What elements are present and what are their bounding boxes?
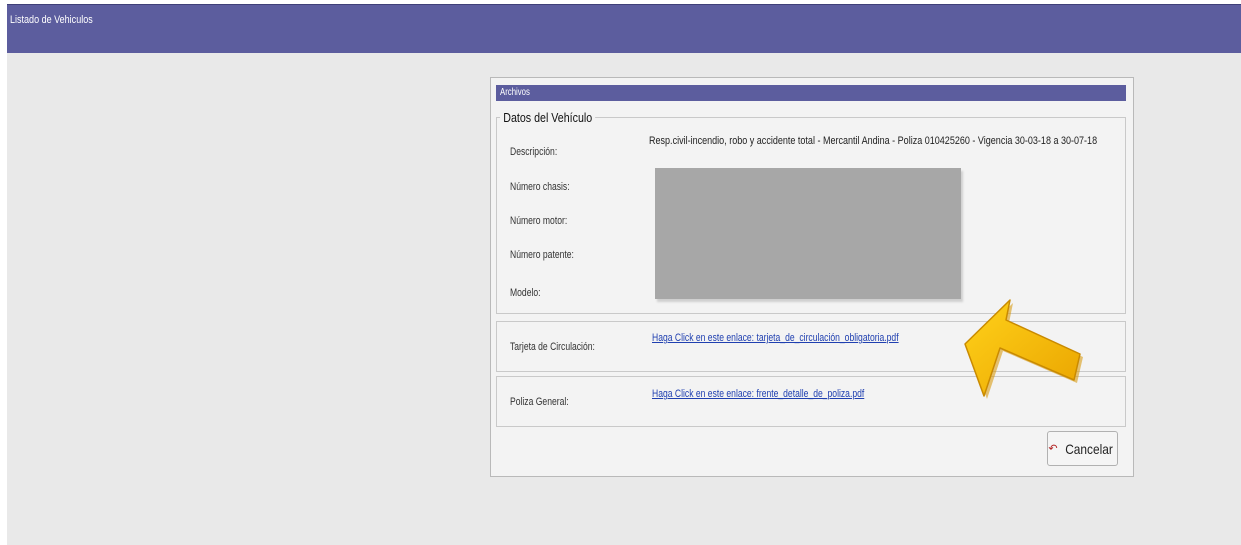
page-title: Listado de Vehiculos [10, 14, 93, 26]
motor-label: Número motor: [510, 215, 568, 227]
cancel-button-label: Cancelar [1064, 440, 1113, 457]
top-header-bar: Listado de Vehiculos [7, 4, 1241, 53]
dialog-title: Archivos [500, 87, 530, 98]
page-background: Listado de Vehiculos Archivos Datos del … [7, 4, 1241, 545]
archivos-dialog: Archivos Datos del Vehículo Descripción:… [490, 77, 1134, 477]
modelo-label: Modelo: [510, 287, 541, 299]
patente-label: Número patente: [510, 249, 574, 261]
poliza-pdf-link[interactable]: Haga Click en este enlace: frente_detall… [652, 388, 864, 400]
poliza-label: Poliza General: [510, 396, 569, 408]
tarjeta-label: Tarjeta de Circulación: [510, 341, 595, 353]
vehicle-data-legend: Datos del Vehículo [500, 110, 596, 125]
undo-icon: ↶ [1048, 443, 1058, 455]
tarjeta-pdf-link[interactable]: Haga Click en este enlace: tarjeta_de_ci… [652, 332, 899, 344]
yellow-pointer-arrow-icon [964, 299, 1083, 399]
cancel-button[interactable]: ↶ Cancelar [1047, 431, 1118, 466]
redacted-vehicle-details [655, 168, 961, 299]
dialog-title-bar: Archivos [496, 85, 1126, 101]
descripcion-value: Resp.civil-incendio, robo y accidente to… [649, 135, 1098, 147]
descripcion-label: Descripción: [510, 146, 558, 158]
chasis-label: Número chasis: [510, 181, 570, 193]
